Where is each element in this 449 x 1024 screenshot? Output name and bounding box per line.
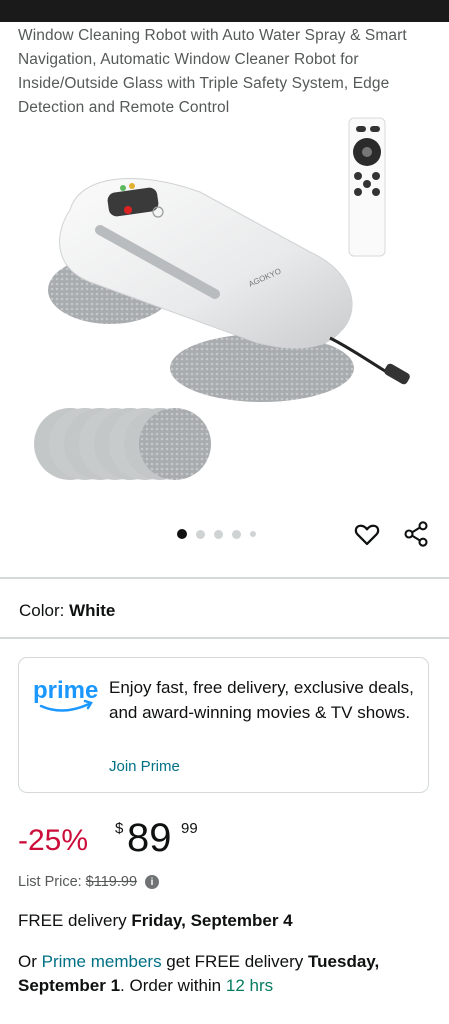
product-title: Window Cleaning Robot with Auto Water Sp…: [18, 27, 407, 116]
prime-logo-icon: prime: [33, 677, 98, 712]
prime-members-link[interactable]: Prime members: [42, 952, 162, 971]
prime-message: Enjoy fast, free delivery, exclusive dea…: [109, 678, 414, 722]
color-value: White: [69, 601, 116, 620]
remote-control-image: [348, 117, 386, 257]
delivery-info: FREE delivery Friday, September 4: [18, 911, 293, 931]
discount-percent: -25%: [18, 824, 89, 857]
divider: [0, 637, 449, 639]
color-selection: Color: White: [19, 601, 115, 621]
join-prime-link[interactable]: Join Prime: [109, 758, 180, 775]
color-label: Color:: [19, 601, 65, 620]
prime-delivery-text: get FREE delivery: [161, 952, 309, 971]
delivery-date: Friday, September 4: [131, 911, 293, 930]
list-price-label: List Price:: [18, 874, 82, 890]
product-image[interactable]: AGOKYO: [0, 112, 449, 520]
list-price: List Price: $119.99 i: [18, 874, 160, 890]
info-icon[interactable]: i: [145, 875, 160, 889]
price-fraction: 99: [181, 820, 198, 837]
prime-delivery-or: Or: [18, 952, 42, 971]
list-price-value: $119.99: [85, 874, 138, 890]
price-currency: $: [115, 820, 124, 837]
carousel-dot[interactable]: [232, 529, 241, 539]
share-icon[interactable]: [402, 520, 430, 548]
divider: [0, 577, 449, 579]
carousel-dot[interactable]: [214, 529, 223, 539]
prime-delivery-info: Or Prime members get FREE delivery Tuesd…: [18, 950, 438, 998]
status-bar: [0, 0, 449, 22]
carousel-dot[interactable]: [250, 531, 256, 537]
price-whole: 89: [127, 816, 172, 860]
image-carousel-dots[interactable]: [177, 528, 256, 540]
order-countdown: 12 hrs: [225, 976, 274, 995]
carousel-dot[interactable]: [196, 529, 205, 539]
delivery-prefix: FREE delivery: [18, 911, 132, 930]
heart-icon[interactable]: [353, 520, 381, 548]
carousel-dot[interactable]: [177, 529, 187, 539]
prime-promo-card[interactable]: prime Enjoy fast, free delivery, exclusi…: [18, 657, 429, 793]
prime-delivery-suffix: . Order within: [120, 976, 226, 995]
cleaning-pads-image: [34, 408, 211, 480]
svg-text:prime: prime: [33, 677, 98, 704]
